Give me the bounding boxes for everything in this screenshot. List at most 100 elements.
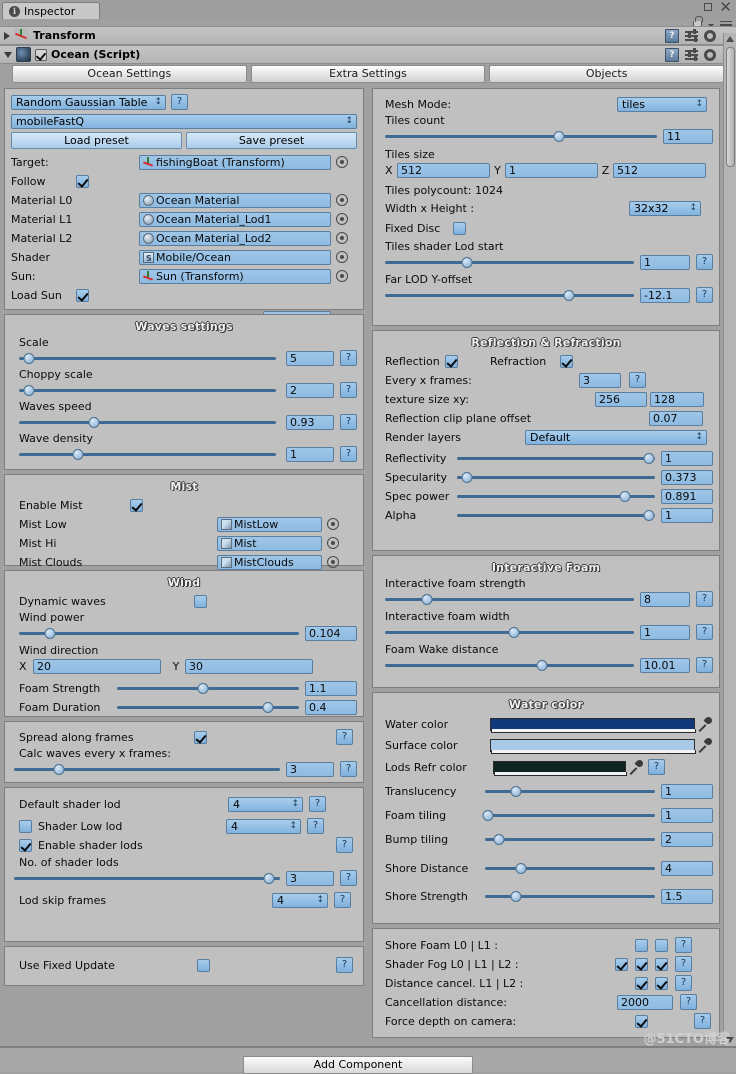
interactive-foam-width-slider[interactable] [385, 625, 634, 639]
component-header-ocean[interactable]: Ocean (Script) ? [0, 45, 736, 64]
foldout-arrow-icon[interactable] [4, 31, 10, 40]
foldout-arrow-icon[interactable] [4, 51, 12, 58]
calc-waves-value[interactable]: 3 [286, 761, 334, 777]
help-icon[interactable]: ? [665, 47, 679, 62]
wind-dir-y-input[interactable]: 30 [185, 658, 313, 674]
foam-wake-distance-value[interactable]: 10.01 [640, 657, 690, 673]
help-button[interactable]: ? [340, 382, 357, 398]
help-button[interactable]: ? [336, 729, 353, 745]
scrollbar-thumb[interactable] [726, 47, 735, 167]
eyedropper-icon[interactable] [700, 738, 713, 753]
shader-low-lod-dropdown[interactable]: 4 [226, 818, 301, 834]
foam-duration-slider[interactable] [117, 700, 299, 714]
object-picker-icon[interactable] [327, 518, 339, 530]
mist-hi-field[interactable]: Mist [217, 535, 322, 551]
force-depth-checkbox[interactable] [635, 1014, 648, 1028]
shader-fog-l0-checkbox[interactable] [615, 957, 628, 971]
object-picker-icon[interactable] [336, 270, 348, 282]
wind-power-value[interactable]: 0.104 [305, 625, 357, 641]
tab-objects[interactable]: Objects [489, 65, 725, 83]
tiles-size-y-input[interactable]: 1 [505, 162, 598, 178]
far-lod-y-offset-value[interactable]: -12.1 [640, 287, 690, 303]
object-picker-icon[interactable] [327, 537, 339, 549]
far-lod-y-offset-slider[interactable] [385, 288, 634, 302]
help-button[interactable]: ? [694, 1013, 711, 1029]
help-button[interactable]: ? [696, 287, 713, 303]
foam-strength-slider[interactable] [117, 681, 299, 695]
distance-cancel-l2-checkbox[interactable] [655, 976, 668, 990]
calc-waves-slider[interactable] [14, 762, 280, 776]
sun-field[interactable]: Sun (Transform) [139, 268, 331, 284]
scale-slider[interactable] [19, 351, 276, 365]
preset-dropdown[interactable]: mobileFastQ [11, 113, 357, 129]
choppy-scale-value[interactable]: 2 [286, 382, 334, 398]
texture-size-y-input[interactable]: 128 [650, 391, 704, 407]
foam-wake-distance-slider[interactable] [385, 658, 634, 672]
shader-fog-l2-checkbox[interactable] [655, 957, 668, 971]
tiles-size-z-input[interactable]: 512 [613, 162, 706, 178]
surface-color-swatch[interactable] [490, 738, 696, 754]
help-button[interactable]: ? [340, 350, 357, 366]
tab-ocean-settings[interactable]: Ocean Settings [12, 65, 247, 83]
wind-dir-x-input[interactable]: 20 [33, 658, 161, 674]
clip-plane-offset-input[interactable]: 0.07 [649, 410, 703, 426]
foam-strength-value[interactable]: 1.1 [305, 680, 357, 696]
texture-size-x-input[interactable]: 256 [595, 391, 647, 407]
preset-icon[interactable] [685, 29, 698, 42]
help-button[interactable]: ? [340, 870, 357, 886]
help-button[interactable]: ? [696, 591, 713, 607]
tab-inspector[interactable]: i Inspector [2, 2, 100, 19]
shore-strength-value[interactable]: 1.5 [661, 888, 713, 904]
alpha-slider[interactable] [457, 508, 655, 522]
help-button[interactable]: ? [675, 956, 692, 972]
vertical-scrollbar[interactable] [723, 33, 736, 1046]
reflectivity-slider[interactable] [457, 451, 655, 465]
translucency-value[interactable]: 1 [661, 783, 713, 799]
help-button[interactable]: ? [334, 892, 351, 908]
add-component-button[interactable]: Add Component [243, 1056, 473, 1074]
distance-cancel-l1-checkbox[interactable] [635, 976, 648, 990]
help-button[interactable]: ? [307, 818, 324, 834]
tiles-shader-lod-start-value[interactable]: 1 [640, 254, 690, 270]
spec-power-value[interactable]: 0.891 [661, 488, 713, 504]
scroll-up-arrow-icon[interactable] [726, 36, 734, 42]
object-picker-icon[interactable] [336, 194, 348, 206]
lod-skip-frames-dropdown[interactable]: 4 [272, 892, 328, 908]
wave-density-value[interactable]: 1 [286, 446, 334, 462]
material-l1-field[interactable]: Ocean Material_Lod1 [139, 211, 331, 227]
foam-duration-value[interactable]: 0.4 [305, 699, 357, 715]
water-color-swatch[interactable] [490, 717, 696, 733]
every-x-frames-input[interactable]: 3 [579, 372, 621, 388]
save-preset-button[interactable]: Save preset [186, 131, 357, 149]
help-button[interactable]: ? [340, 414, 357, 430]
help-button[interactable]: ? [696, 657, 713, 673]
interactive-foam-strength-slider[interactable] [385, 592, 634, 606]
tiles-count-value[interactable]: 11 [663, 128, 713, 144]
spread-along-frames-checkbox[interactable] [194, 730, 207, 744]
wind-power-slider[interactable] [19, 626, 299, 640]
help-button[interactable]: ? [696, 254, 713, 270]
enable-mist-checkbox[interactable] [130, 498, 143, 512]
preset-icon[interactable] [685, 48, 698, 61]
material-l0-field[interactable]: Ocean Material [139, 192, 331, 208]
shore-foam-l0-checkbox[interactable] [635, 938, 648, 952]
shader-field[interactable]: Mobile/Ocean [139, 249, 331, 265]
eyedropper-icon[interactable] [700, 717, 713, 732]
help-button[interactable]: ? [171, 94, 188, 110]
width-height-dropdown[interactable]: 32x32 [629, 200, 701, 216]
tiles-shader-lod-start-slider[interactable] [385, 255, 634, 269]
mist-clouds-field[interactable]: MistClouds [217, 554, 322, 570]
help-button[interactable]: ? [675, 937, 692, 953]
gear-icon[interactable] [704, 29, 716, 42]
object-picker-icon[interactable] [336, 232, 348, 244]
shader-fog-l1-checkbox[interactable] [635, 957, 648, 971]
wave-density-slider[interactable] [19, 447, 276, 461]
dynamic-waves-checkbox[interactable] [194, 594, 207, 608]
shore-distance-value[interactable]: 4 [661, 860, 713, 876]
help-button[interactable]: ? [696, 624, 713, 640]
help-button[interactable]: ? [336, 957, 353, 973]
help-button[interactable]: ? [336, 837, 353, 853]
tab-extra-settings[interactable]: Extra Settings [250, 65, 486, 83]
restore-icon[interactable] [704, 3, 713, 11]
help-button[interactable]: ? [340, 446, 357, 462]
